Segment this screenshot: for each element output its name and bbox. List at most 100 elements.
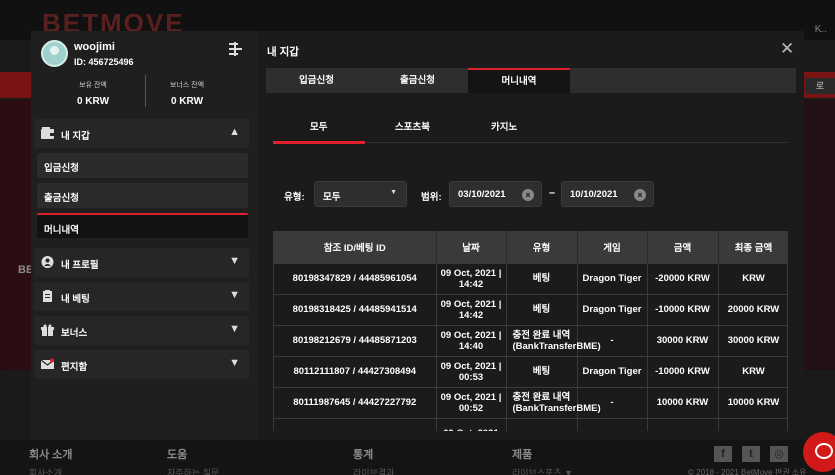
clear-date-from-icon[interactable]: × [522, 189, 534, 201]
cell-type: 베팅 [506, 355, 578, 387]
cell-ref: 80198347829 / 44485961054 [274, 262, 437, 294]
wallet-tabs: 입금신청 출금신청 머니내역 [266, 68, 796, 93]
sidebar-item-label: 내 지갑 [61, 131, 90, 142]
balance-block: 보유 잔액 0 KRW [43, 80, 143, 107]
table-row: 80111987645 / 44427227792 09 Oct, 2021 |… [274, 386, 787, 418]
cell-type [506, 417, 578, 431]
cell-game: Dragon Tiger [577, 262, 648, 294]
sidebar-item-label: 내 베팅 [61, 294, 90, 305]
footer-link-live-results[interactable]: 라이브결과 [353, 466, 394, 475]
subtab-all[interactable]: 모두 [310, 119, 327, 133]
balance-value: 0 KRW [76, 96, 110, 107]
footer-link-about[interactable]: 회사소개 [29, 466, 62, 475]
cell-ref: 80198318425 / 44485941514 [274, 293, 437, 325]
sidebar-subitem-withdraw[interactable]: 출금신청 [37, 183, 248, 208]
cell-ref [274, 417, 437, 431]
cell-amount: 10000 KRW [647, 386, 719, 418]
tab-withdraw[interactable]: 출금신청 [367, 68, 468, 93]
cell-amount: -20000 KRW [647, 262, 719, 294]
cell-final: 30000 KRW [718, 324, 787, 356]
table-row: 80198318425 / 44485941514 09 Oct, 2021 |… [274, 293, 787, 325]
cell-amount [647, 417, 719, 431]
chevron-down-icon: ▼ [229, 323, 240, 335]
tab-deposit[interactable]: 입금신청 [266, 68, 367, 93]
clipboard-icon [43, 290, 52, 302]
subtab-casino[interactable]: 카지노 [491, 119, 517, 133]
gift-icon [41, 324, 54, 336]
clear-date-to-icon[interactable]: × [634, 189, 646, 201]
cell-date: 09 Oct, 2021 | 00:53 [436, 355, 507, 387]
sidebar-item-bets[interactable]: 내 베팅 ▼ [34, 282, 249, 311]
cell-game: Dragon Tiger [577, 355, 648, 387]
table-header-row: 참조 ID/베팅 ID 날짜 유형 게임 금액 최종 금액 [274, 231, 787, 263]
modal-title: 내 지갑 [267, 46, 299, 58]
chevron-down-icon: ▼ [229, 255, 240, 267]
subtab-sportsbook[interactable]: 스포츠북 [395, 119, 430, 133]
type-filter-select[interactable]: 모두 ▼ [314, 181, 407, 207]
cell-type: 충전 완료 내역 (BankTransferBME) [506, 324, 601, 356]
sidebar-subitem-label: 출금신청 [44, 193, 79, 204]
username: woojimi [74, 41, 115, 53]
cell-final: 10000 KRW [718, 386, 787, 418]
table-row: 80112111807 / 44427308494 09 Oct, 2021 |… [274, 355, 787, 387]
sidebar-item-profile[interactable]: 내 프로필 ▼ [34, 248, 249, 277]
bonus-block: 보너스 잔액 0 KRW [137, 80, 237, 107]
footer-title-help: 도움 [167, 449, 188, 461]
facebook-icon[interactable]: f [714, 446, 732, 462]
copyright-text: © 2018 - 2021 BetMove 판권 소유 [688, 468, 807, 475]
cell-type: 베팅 [506, 262, 578, 294]
cell-date: 09 Oct, 2021 | 14:42 [436, 293, 507, 325]
table-row: 80198212679 / 44485871203 09 Oct, 2021 |… [274, 324, 787, 356]
cell-final [718, 417, 787, 431]
instagram-icon[interactable]: ◎ [770, 446, 788, 462]
chevron-down-icon: ▼ [229, 357, 240, 369]
sidebar-subitem-label: 머니내역 [44, 225, 79, 236]
sidebar-subitem-deposit[interactable]: 입금신청 [37, 153, 248, 178]
language-selector[interactable]: K.. [815, 24, 827, 35]
footer-title-stats: 통계 [353, 449, 374, 461]
menu-toggle-icon[interactable] [229, 42, 243, 56]
date-from-input[interactable]: 03/10/2021 × [449, 181, 542, 207]
table-row: 80198347829 / 44485961054 09 Oct, 2021 |… [274, 262, 787, 294]
sidebar-item-bonus[interactable]: 보너스 ▼ [34, 316, 249, 345]
type-filter-value: 모두 [323, 192, 341, 203]
cell-type: 베팅 [506, 293, 578, 325]
cell-game [577, 417, 648, 431]
sidebar-subitem-money-history[interactable]: 머니내역 [37, 213, 248, 238]
wallet-icon [41, 127, 54, 139]
site-side-button[interactable]: 로 [805, 78, 835, 94]
close-icon[interactable]: ✕ [780, 39, 794, 59]
cell-amount: 30000 KRW [647, 324, 719, 356]
sidebar-item-label: 보너스 [61, 328, 88, 339]
chevron-up-icon: ▲ [229, 126, 240, 138]
col-header-amount: 금액 [647, 231, 719, 263]
sidebar-item-wallet[interactable]: 내 지갑 ▲ [34, 119, 249, 148]
cell-final: 20000 KRW [718, 293, 787, 325]
subtab-active-indicator [273, 141, 365, 144]
avatar [41, 40, 68, 67]
transactions-table[interactable]: 참조 ID/베팅 ID 날짜 유형 게임 금액 최종 금액 8019834782… [273, 231, 788, 431]
chat-button[interactable] [803, 432, 835, 472]
sidebar-subitem-label: 입금신청 [44, 163, 79, 174]
bonus-label: 보너스 잔액 [169, 82, 205, 89]
user-circle-icon [41, 256, 54, 268]
date-from-value: 03/10/2021 [458, 189, 506, 200]
sidebar-item-inbox[interactable]: 편지함 ▼ [34, 350, 249, 379]
cell-amount: -10000 KRW [647, 293, 719, 325]
chevron-down-icon: ▼ [229, 289, 240, 301]
twitter-icon[interactable]: t [742, 446, 760, 462]
cell-final: KRW [718, 262, 787, 294]
col-header-final: 최종 금액 [718, 231, 787, 263]
tab-money-history[interactable]: 머니내역 [468, 68, 570, 93]
table-row: 09 Oct, 2021 [274, 417, 787, 431]
chat-icon [815, 443, 833, 459]
cell-ref: 80198212679 / 44485871203 [274, 324, 437, 356]
cell-type: 충전 완료 내역 (BankTransferBME) [506, 386, 601, 418]
date-to-input[interactable]: 10/10/2021 × [561, 181, 654, 207]
footer-link-faq[interactable]: 자주하는 질문 [167, 466, 219, 475]
sidebar-item-label: 내 프로필 [61, 260, 99, 271]
col-header-type: 유형 [506, 231, 578, 263]
footer-title-products: 제품 [512, 449, 533, 461]
footer-link-live-sports[interactable]: 라이브스포츠 ▼ [512, 466, 573, 475]
user-id: ID: 456725496 [74, 57, 134, 67]
